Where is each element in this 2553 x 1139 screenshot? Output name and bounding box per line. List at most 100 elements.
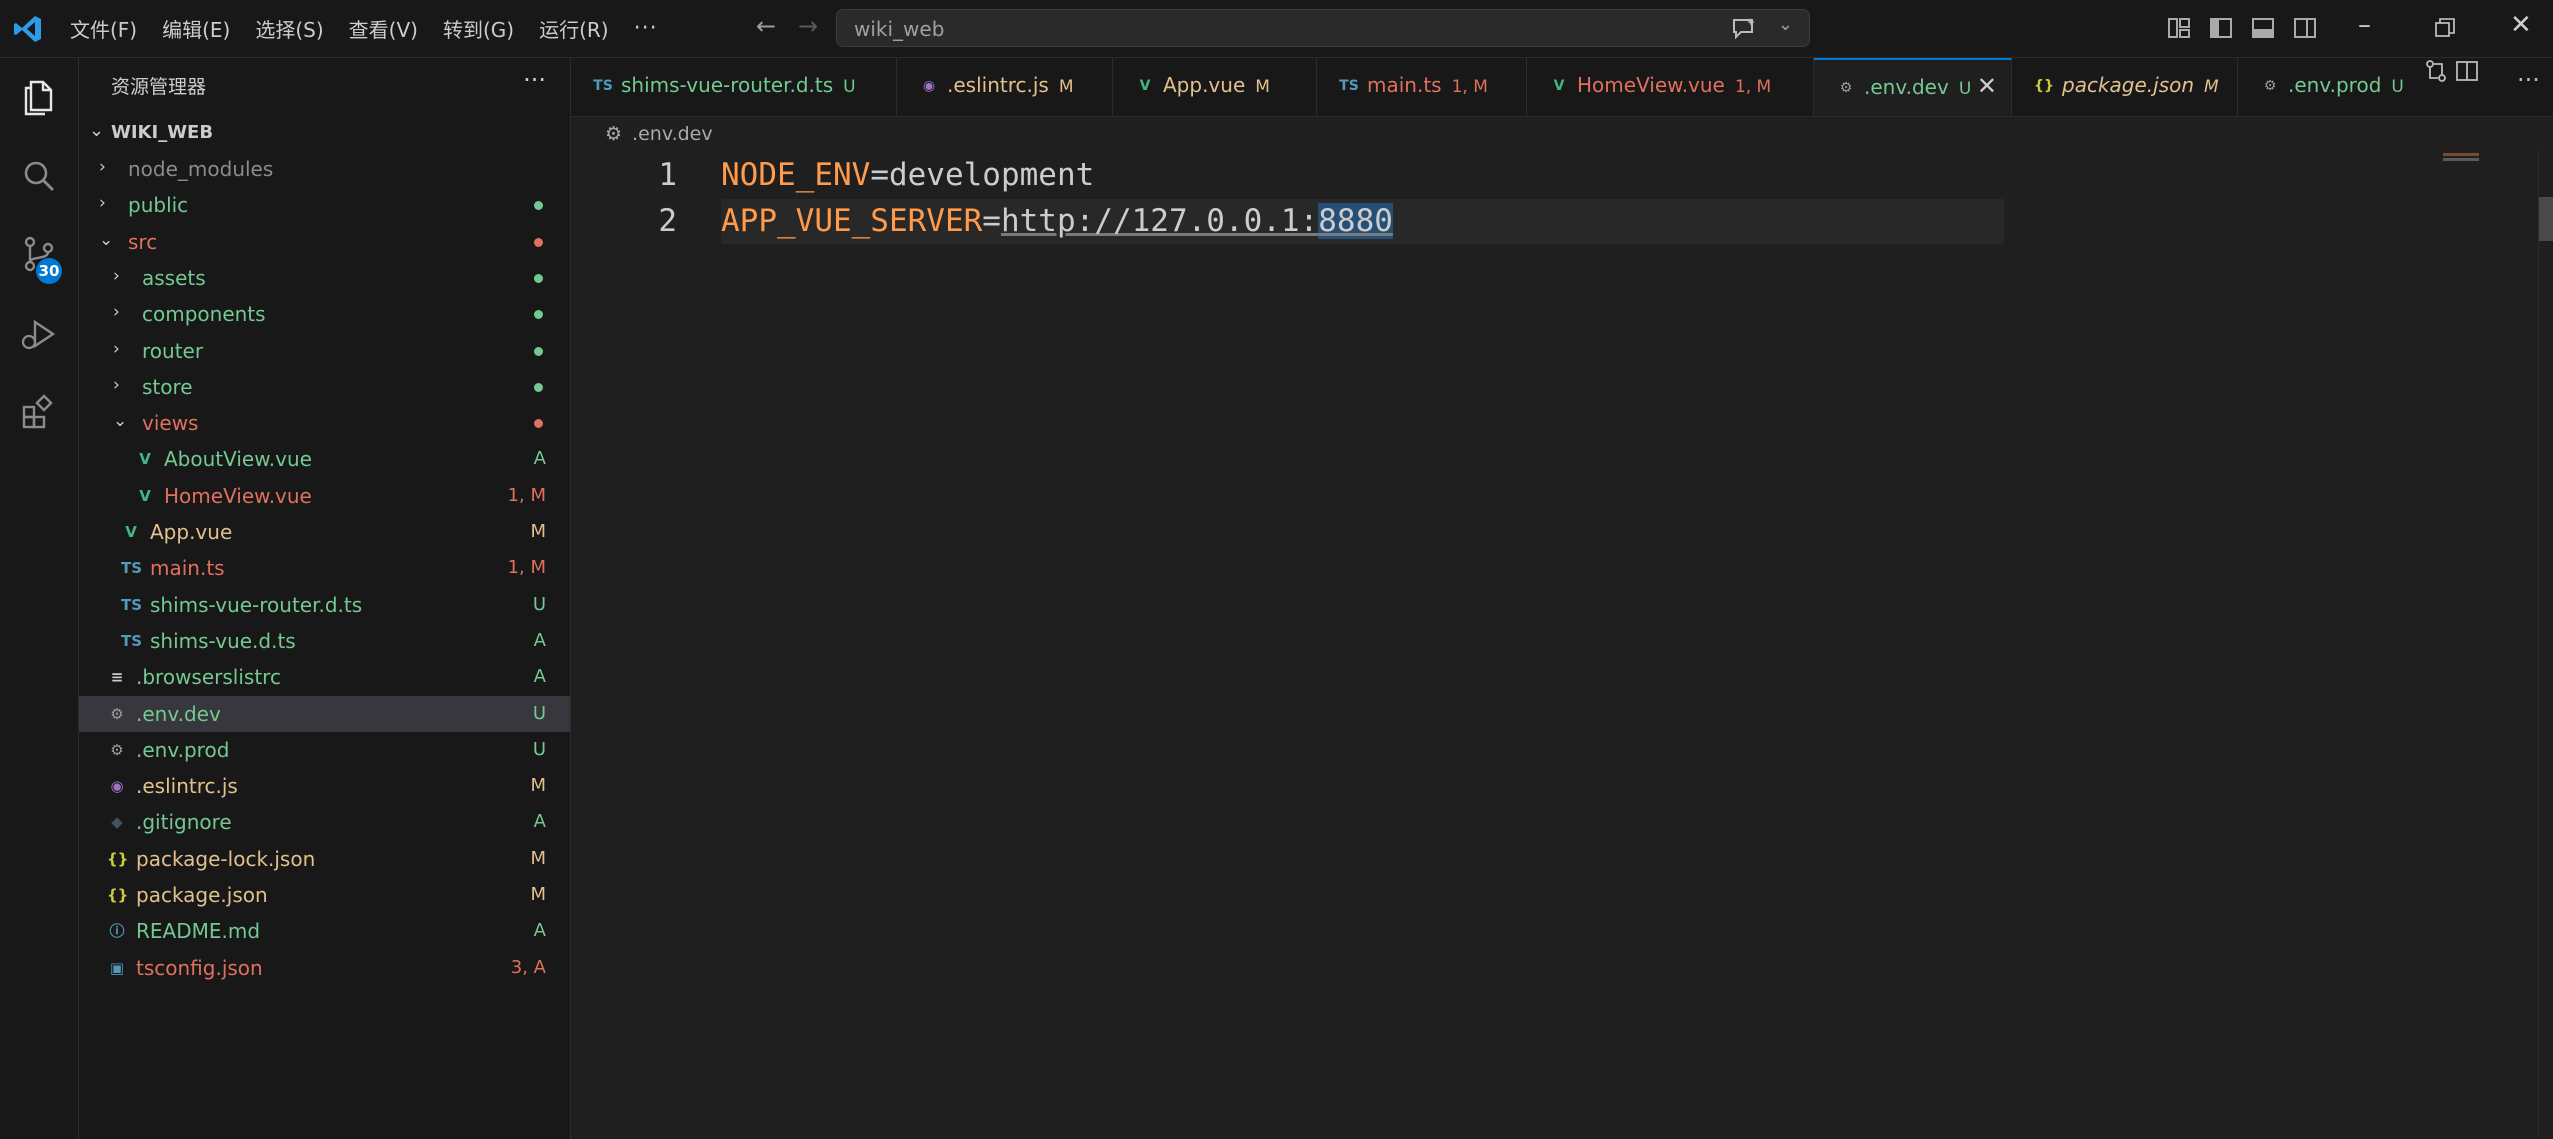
env-value: development <box>888 157 1095 193</box>
chevron-right-icon: › <box>113 375 120 395</box>
customize-layout-icon[interactable] <box>2165 14 2193 42</box>
menu-more[interactable]: ··· <box>634 16 658 41</box>
chevron-right-icon: › <box>99 157 106 177</box>
file-item[interactable]: ◆ .gitignore A <box>79 804 570 840</box>
vue-file-icon: V <box>139 487 151 505</box>
editor-tab[interactable]: V HomeView.vue 1, M <box>1527 58 1814 116</box>
file-item[interactable]: TS shims-vue-router.d.ts U <box>79 587 570 623</box>
sidebar-more-actions[interactable]: ··· <box>523 66 546 94</box>
split-editor-icon[interactable] <box>2454 58 2480 84</box>
file-item[interactable]: TS main.ts 1, M <box>79 550 570 586</box>
gear-icon: ⚙ <box>2263 78 2277 94</box>
editor-tabs: TS shims-vue-router.d.ts U ◉ .eslintrc.js M V A… <box>571 58 2553 117</box>
copilot-chat-icon[interactable] <box>1731 17 1757 41</box>
file-item[interactable]: ◉ .eslintrc.js M <box>79 768 570 804</box>
close-tab-icon[interactable]: ✕ <box>1977 72 1997 100</box>
menu-run[interactable]: 运行(R) <box>539 14 609 43</box>
minimize-icon[interactable]: – <box>2358 10 2371 40</box>
command-center-search[interactable]: wiki_web ⌄ <box>836 9 1810 47</box>
typescript-file-icon: TS <box>121 596 143 614</box>
folder-item[interactable]: › store <box>79 369 570 405</box>
editor-tab[interactable]: ⚙ .env.prod U <box>2238 58 2428 116</box>
menu-selection[interactable]: 选择(S) <box>255 14 323 43</box>
env-url[interactable]: http://127.0.0.1:8880 <box>1001 203 1393 239</box>
folder-item[interactable]: › router <box>79 333 570 369</box>
more-actions-icon[interactable]: ··· <box>2517 66 2543 94</box>
item-label: assets <box>142 266 206 290</box>
run-debug-icon[interactable] <box>19 314 59 354</box>
gear-icon: ⚙ <box>110 741 124 759</box>
git-status-badge: A <box>533 666 546 687</box>
tab-label: package.json M <box>2062 73 2219 97</box>
vscode-logo-icon[interactable] <box>12 13 44 45</box>
breadcrumb[interactable]: ⚙ .env.dev <box>605 123 713 145</box>
activity-bar: 30 <box>0 58 79 1139</box>
restore-icon[interactable] <box>2434 17 2456 39</box>
forward-arrow-icon[interactable]: → <box>798 12 818 40</box>
folder-item[interactable]: › public <box>79 187 570 223</box>
file-item[interactable]: ⓘ README.md A <box>79 913 570 949</box>
tab-filename: HomeView.vue <box>1577 73 1725 97</box>
toggle-primary-sidebar-icon[interactable] <box>2207 14 2235 42</box>
scrollbar-thumb[interactable] <box>2539 197 2553 241</box>
project-section-header[interactable]: ⌄ WIKI_WEB <box>79 116 570 150</box>
toggle-panel-icon[interactable] <box>2249 14 2277 42</box>
file-item[interactable]: ⚙ .env.dev U <box>79 696 570 732</box>
menu-file[interactable]: 文件(F) <box>70 14 137 43</box>
close-window-icon[interactable]: ✕ <box>2510 10 2532 40</box>
toggle-secondary-sidebar-icon[interactable] <box>2291 14 2319 42</box>
json-file-icon: {} <box>107 886 129 904</box>
file-item[interactable]: {} package-lock.json M <box>79 841 570 877</box>
menu-bar: 文件(F) 编辑(E) 选择(S) 查看(V) 转到(G) 运行(R) ··· <box>70 0 683 57</box>
file-item[interactable]: ▣ tsconfig.json 3, A <box>79 950 570 986</box>
folder-item[interactable]: › node_modules <box>79 151 570 187</box>
git-status-badge: A <box>533 811 546 832</box>
code-line-1[interactable]: 1 NODE_ENV=development <box>571 153 2433 198</box>
menu-view[interactable]: 查看(V) <box>349 14 418 43</box>
item-label: .eslintrc.js <box>136 774 238 798</box>
file-item[interactable]: ≡ .browserslistrc A <box>79 659 570 695</box>
tab-git-status: M <box>2204 77 2219 97</box>
menu-go[interactable]: 转到(G) <box>443 14 514 43</box>
tab-git-status: U <box>1958 79 1972 99</box>
typescript-file-icon: TS <box>1339 78 1359 94</box>
editor-tab[interactable]: TS main.ts 1, M <box>1317 58 1527 116</box>
item-label: public <box>128 193 189 217</box>
url-host: http://127.0.0.1: <box>1000 203 1319 239</box>
git-status-dot <box>534 274 543 283</box>
editor-tab[interactable]: ◉ .eslintrc.js M <box>897 58 1113 116</box>
folder-item[interactable]: ⌄ src <box>79 224 570 260</box>
code-editor[interactable]: ⚙ .env.dev 1 NODE_ENV=development 2 APP_V… <box>571 117 2553 1139</box>
folder-item[interactable]: › assets <box>79 260 570 296</box>
open-changes-icon[interactable] <box>2423 58 2449 84</box>
editor-tab[interactable]: ⚙ .env.dev U ✕ <box>1814 58 2012 116</box>
file-item[interactable]: {} package.json M <box>79 877 570 913</box>
explorer-icon[interactable] <box>19 76 59 116</box>
chevron-down-icon[interactable]: ⌄ <box>1778 14 1793 35</box>
file-item[interactable]: V HomeView.vue 1, M <box>79 478 570 514</box>
back-arrow-icon[interactable]: ← <box>756 12 776 40</box>
vertical-scrollbar[interactable] <box>2538 149 2553 1139</box>
search-icon[interactable] <box>19 156 59 196</box>
item-label: tsconfig.json <box>136 956 263 980</box>
file-item[interactable]: V App.vue M <box>79 514 570 550</box>
file-item[interactable]: TS shims-vue.d.ts A <box>79 623 570 659</box>
tab-git-status: U <box>2391 77 2404 97</box>
folder-item[interactable]: › components <box>79 296 570 332</box>
tsconfig-icon: ▣ <box>109 959 125 977</box>
editor-tab[interactable]: {} package.json M <box>2012 58 2238 116</box>
tab-label: .env.prod U <box>2288 73 2404 97</box>
tab-label: App.vue M <box>1163 73 1270 97</box>
extensions-icon[interactable] <box>19 392 59 432</box>
minimap-line <box>2443 158 2479 161</box>
line-content: NODE_ENV=development <box>721 157 1094 193</box>
file-item[interactable]: ⚙ .env.prod U <box>79 732 570 768</box>
file-item[interactable]: V AboutView.vue A <box>79 441 570 477</box>
item-label: .browserslistrc <box>136 665 281 689</box>
menu-edit[interactable]: 编辑(E) <box>162 14 230 43</box>
editor-tab[interactable]: TS shims-vue-router.d.ts U <box>571 58 897 116</box>
editor-tab[interactable]: V App.vue M <box>1113 58 1317 116</box>
code-line-2[interactable]: 2 APP_VUE_SERVER=http://127.0.0.1:8880 <box>571 199 2433 244</box>
tab-git-status: M <box>1058 77 1074 97</box>
folder-item[interactable]: ⌄ views <box>79 405 570 441</box>
